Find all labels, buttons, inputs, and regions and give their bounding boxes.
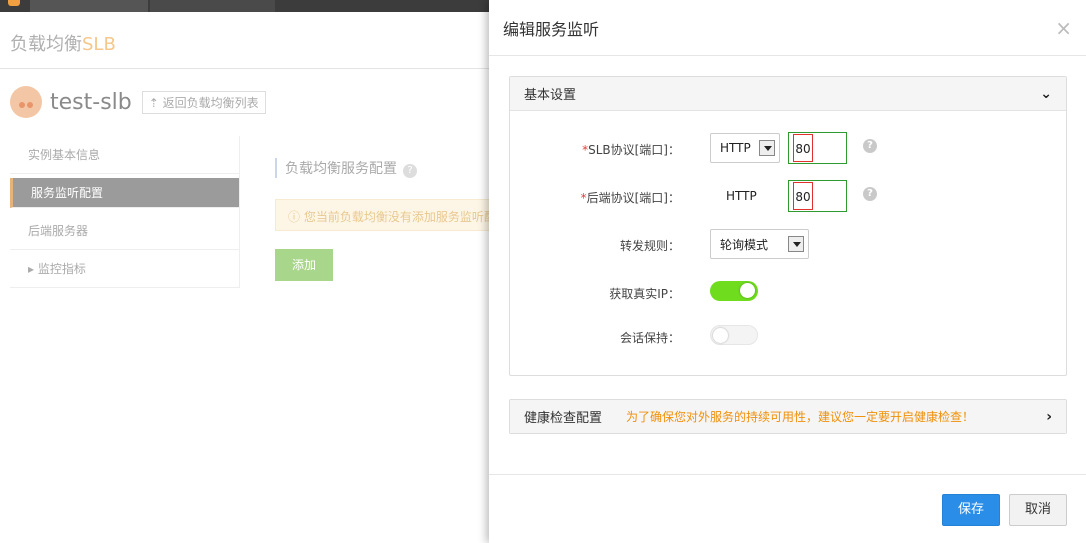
- sidebar: 实例基本信息 服务监听配置 后端服务器 ▸ 监控指标: [10, 136, 240, 288]
- backend-port-input[interactable]: 80: [788, 180, 847, 212]
- backend-protocol-label: *后端协议[端口]：: [580, 191, 680, 205]
- basic-settings-body: *SLB协议[端口]： HTTP 80 ? *后端协议[端口]： HTTP 80…: [510, 111, 1066, 375]
- dropdown-arrow-icon: [788, 236, 804, 252]
- sidebar-item-instance-info[interactable]: 实例基本信息: [10, 136, 239, 174]
- real-ip-label: 获取真实IP：: [609, 287, 680, 301]
- help-icon: ?: [403, 164, 417, 178]
- backend-protocol-row: *后端协议[端口]： HTTP 80 ?: [510, 180, 1066, 213]
- cancel-button[interactable]: 取消: [1009, 494, 1067, 526]
- dialog-footer: 保存 取消: [489, 474, 1086, 543]
- header-title: 负载均衡: [10, 34, 82, 55]
- dialog-header: 编辑服务监听 ×: [489, 0, 1086, 56]
- chevron-right-icon[interactable]: ›: [1046, 409, 1052, 425]
- slb-icon: [10, 86, 42, 118]
- health-check-section: 健康检查配置 为了确保您对外服务的持续可用性，建议您一定要开启健康检查！ ›: [509, 399, 1067, 434]
- slb-protocol-label: *SLB协议[端口]：: [582, 143, 680, 157]
- health-check-title: 健康检查配置: [524, 411, 603, 426]
- slb-protocol-row: *SLB协议[端口]： HTTP 80 ?: [510, 132, 1066, 165]
- forward-rule-select[interactable]: 轮询模式: [710, 229, 809, 259]
- session-row: 会话保持：: [510, 321, 1066, 353]
- slb-protocol-select[interactable]: HTTP: [710, 133, 780, 163]
- back-to-list-button[interactable]: ⇡ 返回负载均衡列表: [141, 90, 266, 114]
- backend-protocol-value: HTTP: [726, 189, 757, 203]
- save-button[interactable]: 保存: [942, 494, 1000, 526]
- warning-banner: ⓘ 您当前负载均衡没有添加服务监听配: [275, 199, 490, 231]
- top-nav-segment: [30, 0, 148, 12]
- basic-settings-title: 基本设置: [524, 88, 577, 103]
- real-ip-toggle[interactable]: [710, 281, 758, 301]
- dropdown-arrow-icon: [759, 140, 775, 156]
- chevron-down-icon[interactable]: ⌄: [1040, 86, 1052, 102]
- health-check-header[interactable]: 健康检查配置 为了确保您对外服务的持续可用性，建议您一定要开启健康检查！ ›: [510, 400, 1066, 433]
- sidebar-item-monitoring[interactable]: ▸ 监控指标: [10, 250, 239, 288]
- edit-listener-dialog: 编辑服务监听 × 基本设置 ⌄ *SLB协议[端口]： HTTP 80 ? *后…: [489, 0, 1086, 543]
- session-label: 会话保持：: [619, 331, 680, 345]
- real-ip-row: 获取真实IP：: [510, 277, 1066, 309]
- add-button[interactable]: 添加: [275, 249, 333, 281]
- dialog-title: 编辑服务监听: [503, 19, 600, 39]
- session-toggle[interactable]: [710, 325, 758, 345]
- header-accent: SLB: [82, 34, 116, 55]
- basic-settings-section: 基本设置 ⌄ *SLB协议[端口]： HTTP 80 ? *后端协议[端口]： …: [509, 76, 1067, 376]
- top-nav-segment: [150, 0, 275, 12]
- section-title: 负载均衡服务配置?: [275, 158, 417, 178]
- help-icon[interactable]: ?: [863, 139, 877, 153]
- basic-settings-header[interactable]: 基本设置 ⌄: [510, 77, 1066, 111]
- forward-rule-row: 转发规则： 轮询模式: [510, 229, 1066, 261]
- instance-header: test-slb ⇡ 返回负载均衡列表: [10, 84, 266, 120]
- close-icon[interactable]: ×: [1055, 16, 1072, 40]
- sidebar-item-listeners[interactable]: 服务监听配置: [10, 178, 239, 208]
- health-check-hint: 为了确保您对外服务的持续可用性，建议您一定要开启健康检查！: [626, 410, 975, 424]
- instance-name: test-slb: [50, 89, 132, 115]
- sidebar-item-backend-servers[interactable]: 后端服务器: [10, 212, 239, 250]
- forward-rule-label: 转发规则：: [619, 239, 680, 253]
- slb-port-input[interactable]: 80: [788, 132, 847, 164]
- help-icon[interactable]: ?: [863, 187, 877, 201]
- logo-icon: [8, 0, 20, 6]
